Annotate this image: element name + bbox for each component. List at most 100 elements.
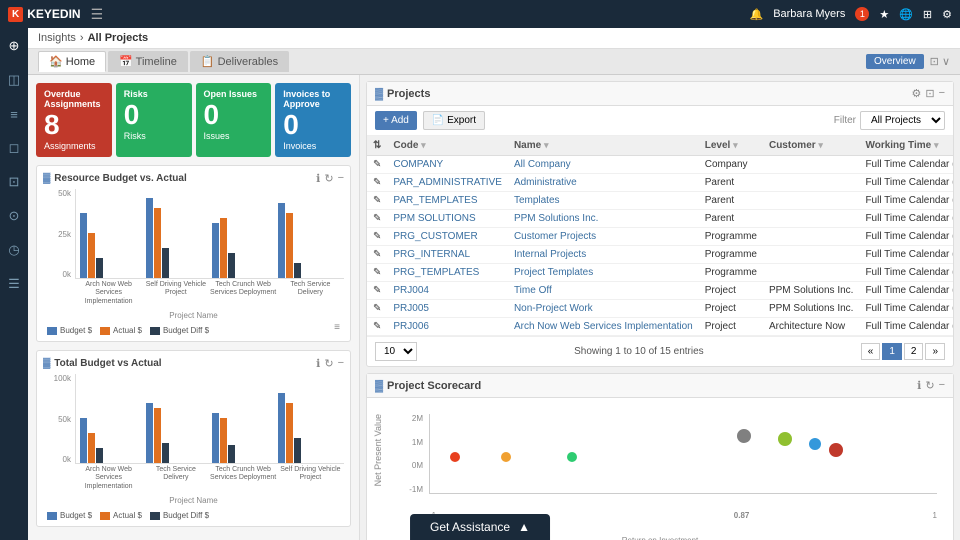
hamburger-menu-icon[interactable]: ☰ bbox=[91, 6, 104, 23]
bar2-group-4 bbox=[278, 393, 340, 463]
col-level[interactable]: Level ▾ bbox=[699, 136, 763, 156]
get-assistance-bar[interactable]: Get Assistance ▲ bbox=[410, 514, 550, 540]
edit-icon[interactable]: ✎ bbox=[373, 177, 381, 188]
settings-icon[interactable]: ⚙ bbox=[942, 8, 952, 21]
expand-icon[interactable]: ⊡ ∨ bbox=[930, 55, 950, 68]
minus-icon[interactable]: − bbox=[338, 172, 344, 185]
export-button[interactable]: 📄 Export bbox=[423, 111, 485, 130]
edit-icon[interactable]: ✎ bbox=[373, 285, 381, 296]
kpi-invoices-value: 0 bbox=[283, 111, 343, 139]
rows-per-page: 10 bbox=[375, 342, 417, 361]
edit-icon[interactable]: ✎ bbox=[373, 249, 381, 260]
gear-icon[interactable]: ⚙ bbox=[911, 87, 921, 100]
sidebar-icon-4[interactable]: ◻ bbox=[4, 138, 24, 158]
chart2-legend: Budget $ Actual $ Budget Diff $ bbox=[47, 511, 209, 520]
projects-table-head: ⇅ Code ▾ Name ▾ Level ▾ Customer ▾ Worki… bbox=[367, 136, 953, 156]
globe-icon[interactable]: 🌐 bbox=[899, 8, 913, 21]
kpi-overdue: Overdue Assignments 8 Assignments bbox=[36, 83, 112, 157]
rows-select[interactable]: 10 bbox=[375, 342, 417, 361]
edit-icon[interactable]: ✎ bbox=[373, 267, 381, 278]
expand-icon[interactable]: ⊡ bbox=[925, 87, 934, 100]
refresh-icon-2[interactable]: ↻ bbox=[324, 357, 333, 370]
info-icon-2[interactable]: ℹ bbox=[316, 357, 320, 370]
sidebar-icon-5[interactable]: ⊡ bbox=[4, 172, 24, 192]
tab-deliverables[interactable]: 📋 Deliverables bbox=[190, 51, 289, 72]
refresh-icon-sc[interactable]: ↻ bbox=[925, 379, 934, 392]
next-page-button[interactable]: » bbox=[925, 343, 945, 360]
row-code[interactable]: COMPANY bbox=[387, 156, 508, 174]
col-customer[interactable]: Customer ▾ bbox=[763, 136, 859, 156]
edit-icon[interactable]: ✎ bbox=[373, 195, 381, 206]
chart1-title: Resource Budget vs. Actual bbox=[43, 173, 187, 184]
chart1-header: Resource Budget vs. Actual ℹ ↻ − bbox=[43, 172, 344, 185]
projects-section: Projects ⚙ ⊡ − + Add 📄 Export bbox=[366, 81, 954, 367]
dot-self-driving bbox=[737, 429, 751, 443]
notification-badge: 1 bbox=[855, 7, 869, 21]
refresh-icon[interactable]: ↻ bbox=[324, 172, 333, 185]
tab-timeline[interactable]: 📅 Timeline bbox=[108, 51, 188, 72]
minus-icon-2[interactable]: − bbox=[338, 357, 344, 370]
col-working-time[interactable]: Working Time ▾ bbox=[859, 136, 953, 156]
sidebar-icon-8[interactable]: ☰ bbox=[4, 274, 24, 294]
row-name[interactable]: Templates bbox=[508, 192, 699, 210]
row-code[interactable]: PRJ006 bbox=[387, 318, 508, 336]
sidebar-icon-6[interactable]: ⊙ bbox=[4, 206, 24, 226]
row-code[interactable]: PRG_TEMPLATES bbox=[387, 264, 508, 282]
row-name[interactable]: All Company bbox=[508, 156, 699, 174]
table-row: ✎ PRJ004 Time Off Project PPM Solutions … bbox=[367, 282, 953, 300]
sidebar-icon-3[interactable]: ≡ bbox=[4, 104, 24, 124]
tab-home[interactable]: 🏠 Home bbox=[38, 51, 106, 72]
edit-icon[interactable]: ✎ bbox=[373, 303, 381, 314]
page-1-button[interactable]: 1 bbox=[882, 343, 902, 360]
chart2-header: Total Budget vs Actual ℹ ↻ − bbox=[43, 357, 344, 370]
grid-icon[interactable]: ⊞ bbox=[923, 8, 932, 21]
info-icon[interactable]: ℹ bbox=[316, 172, 320, 185]
collapse-icon-sc[interactable]: − bbox=[939, 379, 945, 392]
col-name[interactable]: Name ▾ bbox=[508, 136, 699, 156]
dot-time-off bbox=[450, 452, 460, 462]
row-name[interactable]: Time Off bbox=[508, 282, 699, 300]
edit-icon[interactable]: ✎ bbox=[373, 213, 381, 224]
col-code[interactable]: Code ▾ bbox=[387, 136, 508, 156]
row-name[interactable]: Administrative bbox=[508, 174, 699, 192]
kpi-issues-title: Open Issues bbox=[204, 89, 264, 99]
row-name[interactable]: PPM Solutions Inc. bbox=[508, 210, 699, 228]
row-name[interactable]: Arch Now Web Services Implementation bbox=[508, 318, 699, 336]
add-button[interactable]: + Add bbox=[375, 111, 417, 130]
content-area: Overdue Assignments 8 Assignments Risks … bbox=[28, 75, 960, 540]
row-name[interactable]: Non-Project Work bbox=[508, 300, 699, 318]
kpi-risks-title: Risks bbox=[124, 89, 184, 99]
row-name[interactable]: Internal Projects bbox=[508, 246, 699, 264]
sidebar-icon-7[interactable]: ◷ bbox=[4, 240, 24, 260]
row-code[interactable]: PAR_TEMPLATES bbox=[387, 192, 508, 210]
row-code[interactable]: PRG_INTERNAL bbox=[387, 246, 508, 264]
chart2-x-labels: Arch Now Web Services Implementation Tec… bbox=[75, 464, 344, 494]
chart1-legend: Budget $ Actual $ Budget Diff $ bbox=[47, 326, 209, 335]
row-code[interactable]: PRG_CUSTOMER bbox=[387, 228, 508, 246]
row-code[interactable]: PRJ005 bbox=[387, 300, 508, 318]
row-name[interactable]: Project Templates bbox=[508, 264, 699, 282]
kpi-risks-value: 0 bbox=[124, 101, 184, 129]
edit-icon[interactable]: ✎ bbox=[373, 159, 381, 170]
chart1-menu-icon[interactable]: ≡ bbox=[334, 322, 340, 335]
info-icon-sc[interactable]: ℹ bbox=[917, 379, 921, 392]
projects-header: Projects ⚙ ⊡ − bbox=[367, 82, 953, 106]
row-code[interactable]: PRJ004 bbox=[387, 282, 508, 300]
col-move: ⇅ bbox=[367, 136, 387, 156]
prev-page-button[interactable]: « bbox=[861, 343, 881, 360]
bell-icon[interactable]: 🔔 bbox=[749, 8, 763, 21]
row-name[interactable]: Customer Projects bbox=[508, 228, 699, 246]
scatter-y-labels: 2M 1M 0M -1M bbox=[389, 414, 427, 494]
sidebar-home-icon[interactable]: ⊕ bbox=[4, 36, 24, 56]
main-layout: ⊕ ◫ ≡ ◻ ⊡ ⊙ ◷ ☰ Insights › All Projects … bbox=[0, 28, 960, 540]
row-code[interactable]: PAR_ADMINISTRATIVE bbox=[387, 174, 508, 192]
chart2-bars bbox=[75, 374, 344, 464]
collapse-icon[interactable]: − bbox=[939, 87, 945, 100]
page-2-button[interactable]: 2 bbox=[904, 343, 924, 360]
edit-icon[interactable]: ✎ bbox=[373, 231, 381, 242]
sidebar-icon-2[interactable]: ◫ bbox=[4, 70, 24, 90]
row-code[interactable]: PPM SOLUTIONS bbox=[387, 210, 508, 228]
star-icon[interactable]: ★ bbox=[879, 8, 889, 21]
filter-dropdown[interactable]: All Projects bbox=[860, 111, 945, 130]
edit-icon[interactable]: ✎ bbox=[373, 321, 381, 332]
